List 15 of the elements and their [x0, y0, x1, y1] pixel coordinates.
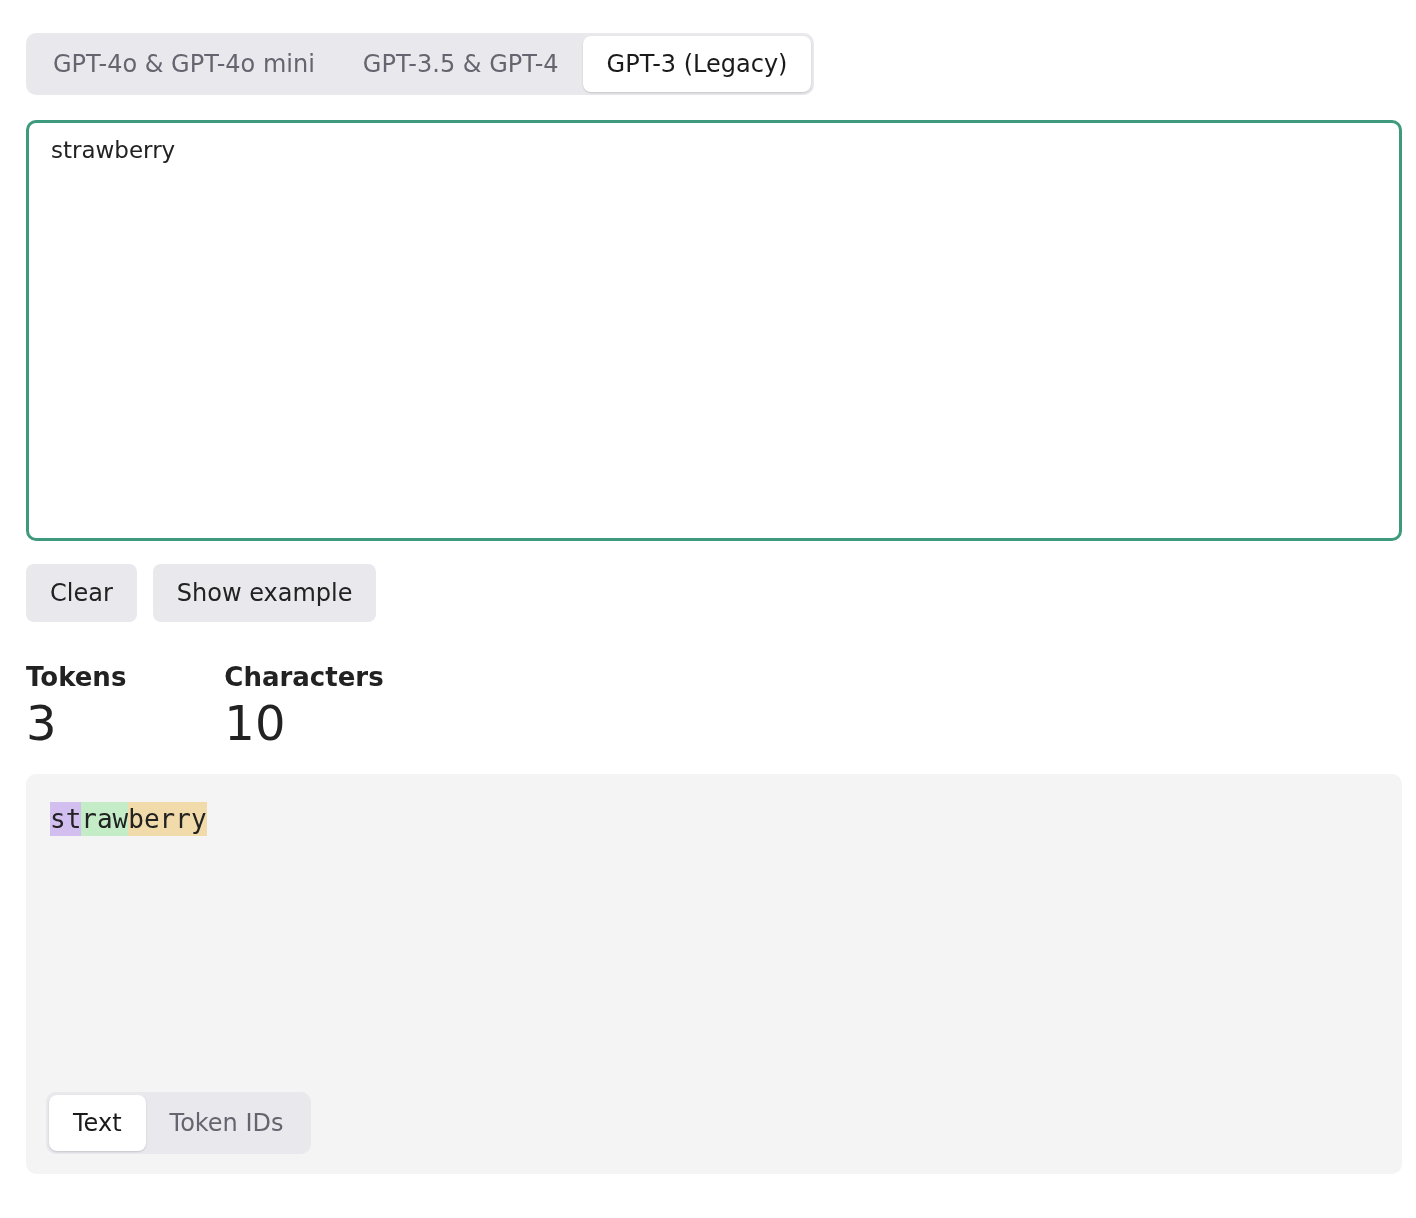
clear-button[interactable]: Clear: [26, 564, 137, 622]
stat-label: Tokens: [26, 662, 127, 692]
show-example-button[interactable]: Show example: [152, 564, 377, 622]
stat-value: 10: [224, 694, 287, 753]
model-tab[interactable]: GPT-3.5 & GPT-4: [338, 36, 583, 92]
view-tab[interactable]: Token IDs: [145, 1095, 308, 1152]
model-tab[interactable]: GPT-4o & GPT-4o mini: [29, 36, 339, 92]
token-highlight: st: [50, 802, 82, 837]
stat-value: 3: [26, 694, 58, 753]
view-tab[interactable]: Text: [49, 1095, 146, 1152]
token-highlight: raw: [81, 802, 129, 837]
token-highlight: berry: [128, 802, 207, 837]
stat-label: Characters: [224, 662, 384, 692]
text-input-field[interactable]: strawberry: [26, 120, 1402, 541]
model-tab[interactable]: GPT-3 (Legacy): [582, 36, 812, 92]
